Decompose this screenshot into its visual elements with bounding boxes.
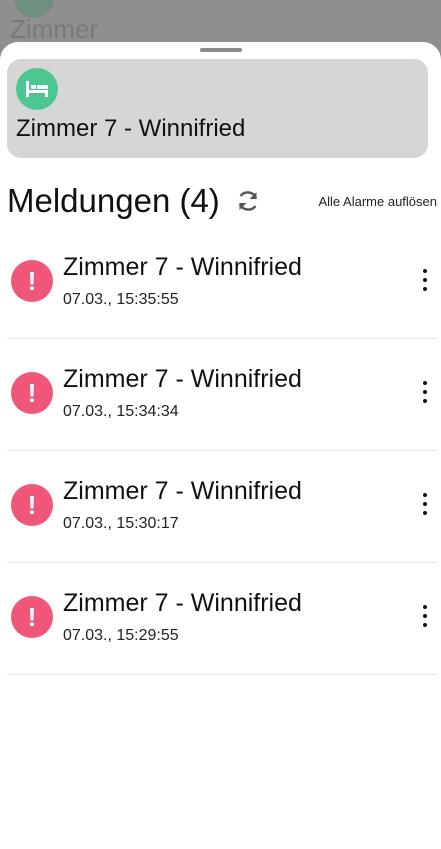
exclamation-icon: ! — [11, 484, 53, 526]
alerts-list: ! Zimmer 7 - Winnifried 07.03., 15:35:55… — [7, 227, 437, 675]
refresh-icon[interactable] — [235, 188, 261, 214]
exclamation-icon: ! — [11, 372, 53, 414]
alert-time: 07.03., 15:29:55 — [63, 627, 179, 644]
alerts-title: Meldungen (4) — [7, 182, 220, 219]
alert-time: 07.03., 15:30:17 — [63, 515, 179, 532]
alerts-header: Meldungen (4) Alle Alarme auflösen — [7, 181, 437, 221]
alert-item[interactable]: ! Zimmer 7 - Winnifried 07.03., 15:30:17 — [7, 451, 437, 563]
bed-icon — [16, 68, 58, 110]
alert-time: 07.03., 15:34:34 — [63, 403, 179, 420]
alert-title: Zimmer 7 - Winnifried — [63, 253, 302, 281]
background-title: Zimmer — [10, 14, 99, 44]
alert-title: Zimmer 7 - Winnifried — [63, 365, 302, 393]
alert-item[interactable]: ! Zimmer 7 - Winnifried 07.03., 15:34:34 — [7, 339, 437, 451]
more-options-icon[interactable] — [419, 381, 431, 403]
alert-title: Zimmer 7 - Winnifried — [63, 477, 302, 505]
drag-handle[interactable] — [200, 48, 242, 52]
exclamation-icon: ! — [11, 260, 53, 302]
alert-time: 07.03., 15:35:55 — [63, 291, 179, 308]
alert-title: Zimmer 7 - Winnifried — [63, 589, 302, 617]
room-title: Zimmer 7 - Winnifried — [16, 115, 246, 142]
resolve-all-alarms-button[interactable]: Alle Alarme auflösen — [318, 194, 437, 209]
more-options-icon[interactable] — [419, 605, 431, 627]
exclamation-icon: ! — [11, 596, 53, 638]
room-card[interactable]: Zimmer 7 - Winnifried — [7, 59, 428, 158]
more-options-icon[interactable] — [419, 493, 431, 515]
bottom-sheet: Zimmer 7 - Winnifried Meldungen (4) Alle… — [0, 42, 441, 849]
alert-item[interactable]: ! Zimmer 7 - Winnifried 07.03., 15:29:55 — [7, 563, 437, 675]
more-options-icon[interactable] — [419, 269, 431, 291]
alert-item[interactable]: ! Zimmer 7 - Winnifried 07.03., 15:35:55 — [7, 227, 437, 339]
